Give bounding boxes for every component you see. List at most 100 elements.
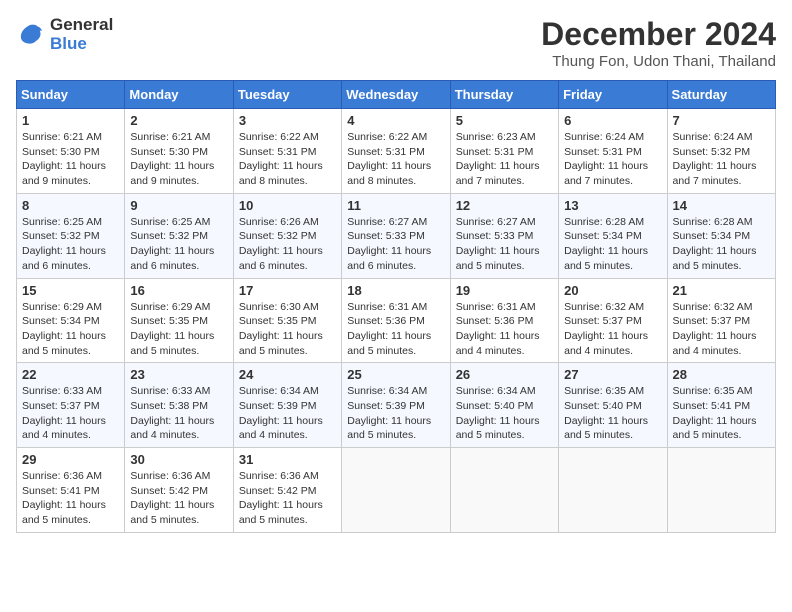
table-row: 2 Sunrise: 6:21 AM Sunset: 5:30 PM Dayli…: [125, 109, 233, 194]
table-row: 17 Sunrise: 6:30 AM Sunset: 5:35 PM Dayl…: [233, 278, 341, 363]
table-row: 7 Sunrise: 6:24 AM Sunset: 5:32 PM Dayli…: [667, 109, 775, 194]
day-info: Sunrise: 6:25 AM Sunset: 5:32 PM Dayligh…: [22, 215, 119, 274]
day-info: Sunrise: 6:28 AM Sunset: 5:34 PM Dayligh…: [564, 215, 661, 274]
day-number: 4: [347, 113, 444, 128]
calendar-header-row: Sunday Monday Tuesday Wednesday Thursday…: [17, 81, 776, 109]
day-info: Sunrise: 6:34 AM Sunset: 5:39 PM Dayligh…: [239, 384, 336, 443]
table-row: 10 Sunrise: 6:26 AM Sunset: 5:32 PM Dayl…: [233, 193, 341, 278]
table-row: 28 Sunrise: 6:35 AM Sunset: 5:41 PM Dayl…: [667, 363, 775, 448]
day-info: Sunrise: 6:33 AM Sunset: 5:38 PM Dayligh…: [130, 384, 227, 443]
logo-blue: Blue: [50, 35, 113, 54]
day-info: Sunrise: 6:27 AM Sunset: 5:33 PM Dayligh…: [456, 215, 553, 274]
calendar-week-row: 29 Sunrise: 6:36 AM Sunset: 5:41 PM Dayl…: [17, 448, 776, 533]
day-number: 13: [564, 198, 661, 213]
table-row: 9 Sunrise: 6:25 AM Sunset: 5:32 PM Dayli…: [125, 193, 233, 278]
day-number: 24: [239, 367, 336, 382]
day-info: Sunrise: 6:22 AM Sunset: 5:31 PM Dayligh…: [239, 130, 336, 189]
col-sunday: Sunday: [17, 81, 125, 109]
table-row: 3 Sunrise: 6:22 AM Sunset: 5:31 PM Dayli…: [233, 109, 341, 194]
table-row: 4 Sunrise: 6:22 AM Sunset: 5:31 PM Dayli…: [342, 109, 450, 194]
day-info: Sunrise: 6:27 AM Sunset: 5:33 PM Dayligh…: [347, 215, 444, 274]
day-number: 5: [456, 113, 553, 128]
day-info: Sunrise: 6:25 AM Sunset: 5:32 PM Dayligh…: [130, 215, 227, 274]
day-number: 29: [22, 452, 119, 467]
table-row: 30 Sunrise: 6:36 AM Sunset: 5:42 PM Dayl…: [125, 448, 233, 533]
table-row: 16 Sunrise: 6:29 AM Sunset: 5:35 PM Dayl…: [125, 278, 233, 363]
day-info: Sunrise: 6:22 AM Sunset: 5:31 PM Dayligh…: [347, 130, 444, 189]
table-row: 27 Sunrise: 6:35 AM Sunset: 5:40 PM Dayl…: [559, 363, 667, 448]
logo: General Blue: [16, 16, 113, 53]
calendar-week-row: 15 Sunrise: 6:29 AM Sunset: 5:34 PM Dayl…: [17, 278, 776, 363]
table-row: 22 Sunrise: 6:33 AM Sunset: 5:37 PM Dayl…: [17, 363, 125, 448]
logo-general: General: [50, 16, 113, 35]
calendar-table: Sunday Monday Tuesday Wednesday Thursday…: [16, 80, 776, 533]
day-number: 1: [22, 113, 119, 128]
day-number: 26: [456, 367, 553, 382]
day-number: 2: [130, 113, 227, 128]
table-row: 24 Sunrise: 6:34 AM Sunset: 5:39 PM Dayl…: [233, 363, 341, 448]
day-info: Sunrise: 6:35 AM Sunset: 5:40 PM Dayligh…: [564, 384, 661, 443]
day-number: 10: [239, 198, 336, 213]
table-row: 6 Sunrise: 6:24 AM Sunset: 5:31 PM Dayli…: [559, 109, 667, 194]
col-tuesday: Tuesday: [233, 81, 341, 109]
day-info: Sunrise: 6:30 AM Sunset: 5:35 PM Dayligh…: [239, 300, 336, 359]
day-number: 21: [673, 283, 770, 298]
table-row: 14 Sunrise: 6:28 AM Sunset: 5:34 PM Dayl…: [667, 193, 775, 278]
day-number: 11: [347, 198, 444, 213]
month-title: December 2024: [541, 16, 776, 53]
day-info: Sunrise: 6:32 AM Sunset: 5:37 PM Dayligh…: [673, 300, 770, 359]
table-row: 25 Sunrise: 6:34 AM Sunset: 5:39 PM Dayl…: [342, 363, 450, 448]
day-number: 22: [22, 367, 119, 382]
col-thursday: Thursday: [450, 81, 558, 109]
day-number: 12: [456, 198, 553, 213]
table-row: 31 Sunrise: 6:36 AM Sunset: 5:42 PM Dayl…: [233, 448, 341, 533]
day-info: Sunrise: 6:24 AM Sunset: 5:31 PM Dayligh…: [564, 130, 661, 189]
day-info: Sunrise: 6:36 AM Sunset: 5:42 PM Dayligh…: [239, 469, 336, 528]
day-info: Sunrise: 6:23 AM Sunset: 5:31 PM Dayligh…: [456, 130, 553, 189]
day-info: Sunrise: 6:26 AM Sunset: 5:32 PM Dayligh…: [239, 215, 336, 274]
day-number: 3: [239, 113, 336, 128]
table-row: 18 Sunrise: 6:31 AM Sunset: 5:36 PM Dayl…: [342, 278, 450, 363]
title-area: December 2024 Thung Fon, Udon Thani, Tha…: [541, 16, 776, 70]
day-number: 18: [347, 283, 444, 298]
location-title: Thung Fon, Udon Thani, Thailand: [541, 53, 776, 70]
table-row: [450, 448, 558, 533]
table-row: 21 Sunrise: 6:32 AM Sunset: 5:37 PM Dayl…: [667, 278, 775, 363]
day-number: 20: [564, 283, 661, 298]
table-row: 8 Sunrise: 6:25 AM Sunset: 5:32 PM Dayli…: [17, 193, 125, 278]
day-info: Sunrise: 6:31 AM Sunset: 5:36 PM Dayligh…: [347, 300, 444, 359]
calendar-week-row: 8 Sunrise: 6:25 AM Sunset: 5:32 PM Dayli…: [17, 193, 776, 278]
day-number: 19: [456, 283, 553, 298]
day-info: Sunrise: 6:33 AM Sunset: 5:37 PM Dayligh…: [22, 384, 119, 443]
table-row: 15 Sunrise: 6:29 AM Sunset: 5:34 PM Dayl…: [17, 278, 125, 363]
day-number: 23: [130, 367, 227, 382]
day-info: Sunrise: 6:24 AM Sunset: 5:32 PM Dayligh…: [673, 130, 770, 189]
table-row: 1 Sunrise: 6:21 AM Sunset: 5:30 PM Dayli…: [17, 109, 125, 194]
day-number: 31: [239, 452, 336, 467]
table-row: 23 Sunrise: 6:33 AM Sunset: 5:38 PM Dayl…: [125, 363, 233, 448]
day-info: Sunrise: 6:31 AM Sunset: 5:36 PM Dayligh…: [456, 300, 553, 359]
col-monday: Monday: [125, 81, 233, 109]
day-number: 27: [564, 367, 661, 382]
table-row: [667, 448, 775, 533]
col-wednesday: Wednesday: [342, 81, 450, 109]
table-row: 5 Sunrise: 6:23 AM Sunset: 5:31 PM Dayli…: [450, 109, 558, 194]
table-row: [559, 448, 667, 533]
calendar-week-row: 22 Sunrise: 6:33 AM Sunset: 5:37 PM Dayl…: [17, 363, 776, 448]
day-info: Sunrise: 6:29 AM Sunset: 5:34 PM Dayligh…: [22, 300, 119, 359]
day-number: 14: [673, 198, 770, 213]
day-info: Sunrise: 6:36 AM Sunset: 5:42 PM Dayligh…: [130, 469, 227, 528]
logo-icon: [16, 21, 44, 49]
calendar-week-row: 1 Sunrise: 6:21 AM Sunset: 5:30 PM Dayli…: [17, 109, 776, 194]
day-number: 15: [22, 283, 119, 298]
day-number: 9: [130, 198, 227, 213]
table-row: 20 Sunrise: 6:32 AM Sunset: 5:37 PM Dayl…: [559, 278, 667, 363]
table-row: [342, 448, 450, 533]
table-row: 11 Sunrise: 6:27 AM Sunset: 5:33 PM Dayl…: [342, 193, 450, 278]
day-info: Sunrise: 6:34 AM Sunset: 5:39 PM Dayligh…: [347, 384, 444, 443]
day-number: 25: [347, 367, 444, 382]
col-saturday: Saturday: [667, 81, 775, 109]
table-row: 12 Sunrise: 6:27 AM Sunset: 5:33 PM Dayl…: [450, 193, 558, 278]
day-info: Sunrise: 6:21 AM Sunset: 5:30 PM Dayligh…: [22, 130, 119, 189]
day-number: 30: [130, 452, 227, 467]
